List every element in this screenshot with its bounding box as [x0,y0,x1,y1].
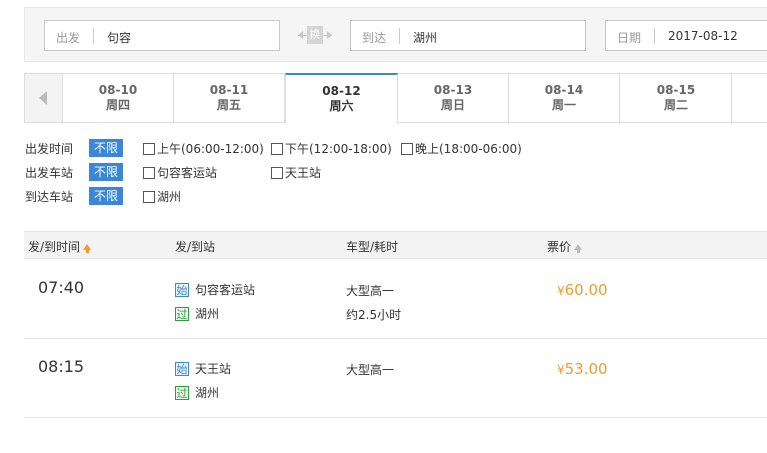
tab-date: 08-14 [544,83,584,97]
tab-date: 08-13 [433,83,473,97]
sort-up-icon [83,244,92,253]
checkbox[interactable] [401,143,413,155]
option-label: 句容客运站 [157,166,218,180]
to-value: 湖州 [413,31,438,45]
price-amount: 53.00 [564,360,608,378]
bus-type: 大型高一 [346,363,395,377]
to-label: 到达 [362,31,387,45]
option-label: 下午(12:00-18:00) [285,142,392,156]
date-tab-0815[interactable]: 08-15 周二 [621,74,732,122]
option-evening[interactable]: 晚上(18:00-06:00) [401,140,522,156]
pass-tag: 过 [175,386,189,400]
option-huzhou[interactable]: 湖州 [143,188,181,204]
unlimited-button[interactable]: 不限 [89,163,123,181]
chevron-left-icon [39,91,47,105]
tab-weekday: 周一 [551,98,576,112]
header-station: 发/到站 [175,240,216,254]
checkbox[interactable] [143,167,155,179]
tab-date: 08-10 [98,83,138,97]
start-station: 始句容客运站 [175,281,255,298]
from-value: 句容 [107,31,132,45]
tab-date: 08-15 [656,83,696,97]
swap-label: 换 [307,26,323,44]
unlimited-button[interactable]: 不限 [89,187,123,205]
bus-type: 大型高一 [346,284,395,298]
date-separator [654,28,655,44]
to-field[interactable]: 到达 湖州 [350,20,586,51]
date-tab-0814[interactable]: 08-14 周一 [509,74,620,122]
price: ¥53.00 [557,360,608,378]
tab-date: 08-12 [322,84,361,98]
swap-button[interactable]: 换 [298,26,332,46]
filter-depart-time: 出发时间 不限 上午(06:00-12:00) 下午(12:00-18:00) … [25,139,765,157]
checkbox[interactable] [271,167,283,179]
option-label: 湖州 [157,190,182,204]
option-tianwang-station[interactable]: 天王站 [271,164,321,180]
start-station: 始天王站 [175,360,231,377]
table-header: 发/到时间 发/到站 车型/耗时 票价 [24,231,767,259]
prev-date-button[interactable] [25,74,63,122]
date-label: 日期 [617,31,642,45]
start-station-name: 天王站 [195,362,232,376]
price-amount: 60.00 [564,281,608,299]
option-morning[interactable]: 上午(06:00-12:00) [143,140,264,156]
depart-time: 07:40 [38,278,85,297]
filter-label: 出发时间 [25,142,74,156]
sort-up-icon [574,244,583,253]
filter-arrive-station: 到达车站 不限 湖州 [25,187,765,205]
end-station: 过湖州 [175,384,219,401]
checkbox[interactable] [143,191,155,203]
tab-weekday: 周五 [216,98,241,112]
to-separator [399,28,400,44]
duration: 约2.5小时 [346,308,402,322]
date-tab-0812[interactable]: 08-12 周六 [285,73,398,124]
header-price[interactable]: 票价 [547,238,583,255]
date-value: 2017-08-12 [668,29,738,43]
table-row[interactable]: 07:40 始句容客运站 过湖州 大型高一 约2.5小时 ¥60.00 [24,260,767,339]
checkbox[interactable] [271,143,283,155]
from-field[interactable]: 出发 句容 [44,20,280,51]
date-tabs: 08-10 周四 08-11 周五 08-12 周六 08-13 周日 08-1… [24,73,767,124]
table-row[interactable]: 08:15 始天王站 过湖州 大型高一 ¥53.00 [24,339,767,418]
end-station-name: 湖州 [195,386,220,400]
checkbox[interactable] [143,143,155,155]
depart-time: 08:15 [38,357,85,376]
price: ¥60.00 [557,281,608,299]
option-label: 天王站 [285,166,322,180]
end-station: 过湖州 [175,305,219,322]
unlimited-button[interactable]: 不限 [89,139,123,157]
from-separator [93,28,94,44]
search-bar: 出发 句容 换 到达 湖州 日期 2017-08-12 [24,7,767,62]
header-time[interactable]: 发/到时间 [28,238,92,255]
start-station-name: 句容客运站 [195,283,256,297]
date-tab-0813[interactable]: 08-13 周日 [398,74,509,122]
start-tag: 始 [175,283,189,297]
header-price-label: 票价 [547,240,572,254]
swap-arrow-right-icon [327,31,332,39]
option-label: 上午(06:00-12:00) [157,142,264,156]
start-tag: 始 [175,362,189,376]
swap-arrow-left-icon [298,31,303,39]
filter-label: 出发车站 [25,166,74,180]
date-tab-0810[interactable]: 08-10 周四 [63,74,174,122]
pass-tag: 过 [175,307,189,321]
header-bus: 车型/耗时 [346,240,399,254]
date-tab-0811[interactable]: 08-11 周五 [174,74,285,122]
filter-depart-station: 出发车站 不限 句容客运站 天王站 [25,163,765,181]
tab-date: 08-11 [209,83,249,97]
end-station-name: 湖州 [195,307,220,321]
tab-weekday: 周二 [663,98,688,112]
tab-weekday: 周六 [329,99,354,113]
option-jurong-station[interactable]: 句容客运站 [143,164,217,180]
header-time-label: 发/到时间 [28,240,81,254]
date-field[interactable]: 日期 2017-08-12 [605,20,767,51]
from-label: 出发 [56,31,81,45]
filter-label: 到达车站 [25,190,74,204]
currency: ¥ [557,284,565,298]
tab-weekday: 周日 [440,98,465,112]
tab-weekday: 周四 [105,98,130,112]
option-afternoon[interactable]: 下午(12:00-18:00) [271,140,392,156]
option-label: 晚上(18:00-06:00) [415,142,522,156]
currency: ¥ [557,363,565,377]
